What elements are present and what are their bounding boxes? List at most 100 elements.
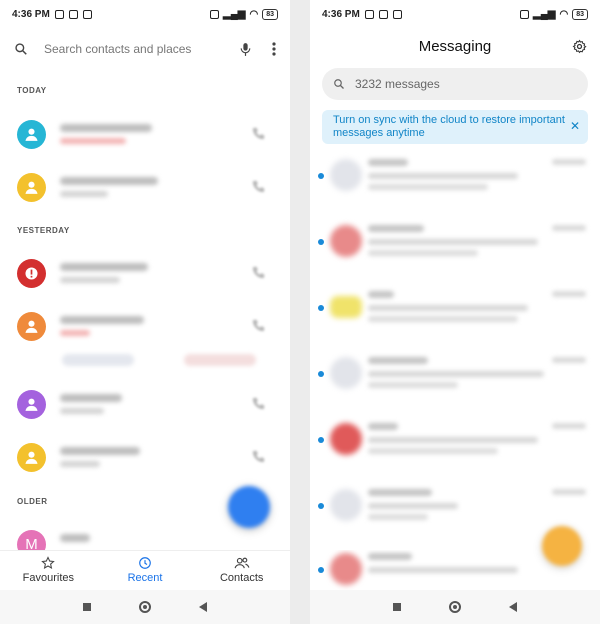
timestamp-redacted [552,489,586,495]
snippet-redacted [368,173,518,179]
nav-recent[interactable]: Recent [97,551,194,588]
recents-button[interactable] [83,603,91,611]
conversation-row[interactable] [310,156,600,216]
alert-icon [25,267,38,280]
wifi-icon: ◠ [559,8,569,20]
more-options-icon[interactable] [272,42,276,56]
people-icon [234,557,250,568]
snippet-redacted [368,239,538,245]
call-detail-redacted [60,277,120,283]
conversation-row[interactable] [310,222,600,282]
system-navigation-bar [310,590,600,624]
snippet-redacted [368,448,498,454]
person-icon [25,181,38,194]
avatar [330,423,362,455]
search-icon[interactable] [14,42,28,56]
timestamp-redacted [552,423,586,429]
person-icon [25,128,38,141]
call-detail-redacted [60,191,108,197]
signal-icon: ▂▄▆ [533,8,556,20]
call-detail-redacted [60,138,126,144]
sync-banner[interactable]: Turn on sync with the cloud to restore i… [322,110,588,144]
snippet-redacted [368,503,458,509]
avatar [330,225,362,257]
home-button[interactable] [139,601,151,613]
block-chip-redacted[interactable] [184,354,256,366]
notification-icon [54,9,64,19]
compose-fab[interactable] [542,526,582,566]
phone-call-icon[interactable] [251,449,266,464]
sender-redacted [368,357,428,364]
bottom-navigation: Favourites Recent Contacts [0,550,290,588]
snippet-redacted [368,316,518,322]
call-log-row[interactable] [0,173,290,223]
nav-favourites-label: Favourites [22,571,75,584]
back-button[interactable] [199,602,207,612]
home-button[interactable] [449,601,461,613]
caller-name-redacted [60,534,90,542]
battery-icon: 83 [262,8,278,20]
search-input[interactable] [44,42,239,56]
snippet-redacted [368,437,538,443]
unread-indicator [318,437,324,443]
nav-contacts[interactable]: Contacts [193,551,290,588]
avatar [330,489,362,521]
avatar [17,173,46,202]
timestamp-redacted [552,225,586,231]
search-icon[interactable] [333,78,345,90]
call-actions-redacted [62,354,256,366]
phone-dialer-screen: 4:36 PM ▂▄▆ ◠ 83 TODAY [0,0,290,624]
unread-indicator [318,239,324,245]
call-detail-redacted [60,461,100,467]
call-log-row[interactable] [0,120,290,170]
conversation-row[interactable] [310,420,600,480]
message-search-bar[interactable] [322,68,588,100]
snippet-redacted [368,305,528,311]
nav-favourites[interactable]: Favourites [0,551,97,588]
avatar [17,312,46,341]
back-button[interactable] [509,602,517,612]
sync-banner-text: Turn on sync with the cloud to restore i… [333,114,565,139]
nav-recent-label: Recent [127,571,163,584]
call-detail-redacted [60,408,104,414]
conversation-row[interactable] [310,288,600,348]
microphone-icon[interactable] [239,42,252,57]
sender-redacted [368,553,412,560]
snippet-redacted [368,382,458,388]
system-navigation-bar [0,590,290,624]
message-chip-redacted[interactable] [62,354,134,366]
mail-icon [392,9,402,19]
location-icon [378,9,388,19]
caller-name-redacted [60,447,140,455]
phone-call-icon[interactable] [251,179,266,194]
avatar [330,553,362,585]
dialpad-fab[interactable] [228,486,270,528]
nfc-icon [210,9,219,19]
sender-redacted [368,423,398,430]
phone-call-icon[interactable] [251,126,266,141]
call-log-row[interactable] [0,390,290,440]
clock-icon [139,556,151,569]
phone-call-icon[interactable] [251,396,266,411]
call-log-row[interactable]: M [0,530,290,550]
snippet-redacted [368,567,518,573]
search-bar[interactable] [14,36,276,62]
recents-button[interactable] [393,603,401,611]
unread-indicator [318,173,324,179]
sender-redacted [368,489,432,496]
section-header-today: TODAY [17,86,47,95]
phone-call-icon[interactable] [251,265,266,280]
phone-call-icon[interactable] [251,318,266,333]
message-search-input[interactable] [355,77,555,91]
conversation-row[interactable] [310,354,600,414]
call-log-row[interactable] [0,259,290,309]
close-icon[interactable]: ✕ [570,120,580,133]
avatar: M [17,530,46,550]
unread-indicator [318,503,324,509]
page-title: Messaging [418,38,492,55]
timestamp-redacted [552,357,586,363]
unread-indicator [318,371,324,377]
avatar [17,443,46,472]
gear-icon[interactable] [572,39,587,54]
status-time: 4:36 PM [12,8,50,20]
